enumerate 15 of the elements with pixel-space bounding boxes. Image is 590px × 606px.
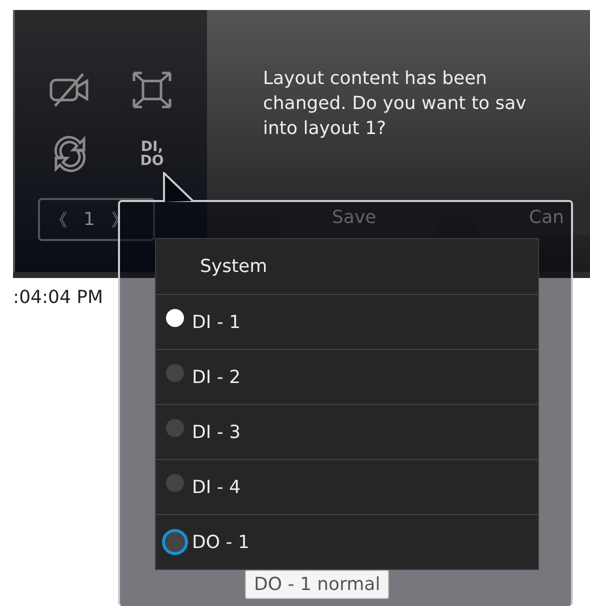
message-line: Layout content has been [263,67,488,91]
tooltip: DO - 1 normal [245,570,390,599]
page-number: 1 [84,209,95,230]
io-item-label[interactable]: DI - 3 [192,422,241,442]
timestamp: :04:04 PM [13,287,104,308]
io-item-label[interactable]: DI - 4 [192,476,241,498]
fullscreen-icon[interactable] [131,70,173,110]
message-line: into layout 1? [263,117,388,141]
message-line: changed. Do you want to sav [263,92,528,116]
io-item-label[interactable]: DI - 2 [192,366,241,388]
io-item-label[interactable]: DI - 1 [192,312,241,332]
di-do-button[interactable]: DI, DO [138,140,166,168]
io-item-label[interactable]: DO - 1 [192,532,250,552]
previous-page-arrow[interactable]: 《 [50,208,68,232]
popup-header: System [199,255,268,279]
